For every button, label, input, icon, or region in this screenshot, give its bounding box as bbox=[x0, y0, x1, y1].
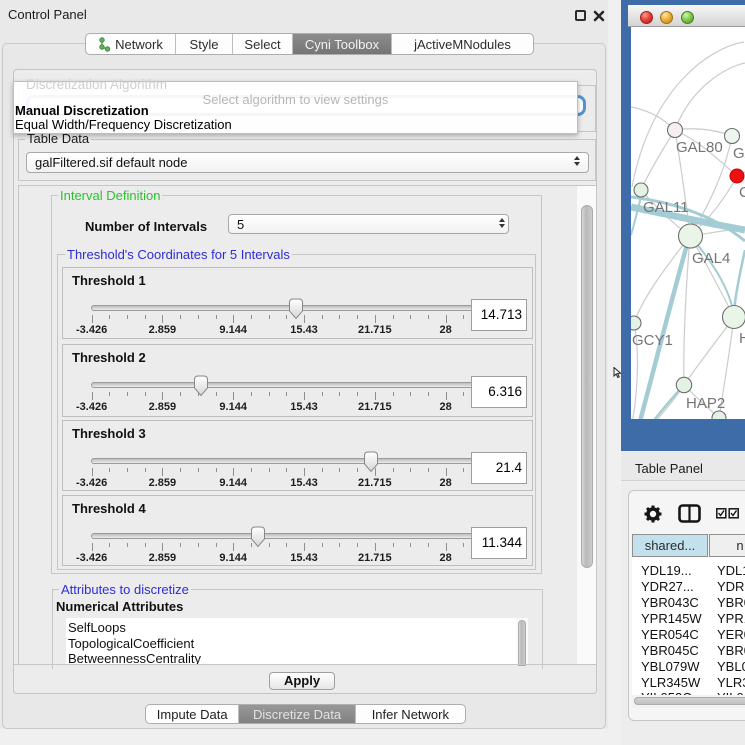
svg-text:C: C bbox=[739, 184, 745, 201]
svg-text:GAL80: GAL80 bbox=[676, 139, 723, 156]
svg-text:GAL11: GAL11 bbox=[643, 199, 689, 216]
svg-text:GCY1: GCY1 bbox=[632, 332, 673, 349]
svg-text:GA: GA bbox=[733, 145, 745, 162]
svg-text:H: H bbox=[739, 330, 745, 347]
svg-text:HAP2: HAP2 bbox=[686, 395, 725, 412]
svg-text:GAL4: GAL4 bbox=[692, 250, 730, 267]
